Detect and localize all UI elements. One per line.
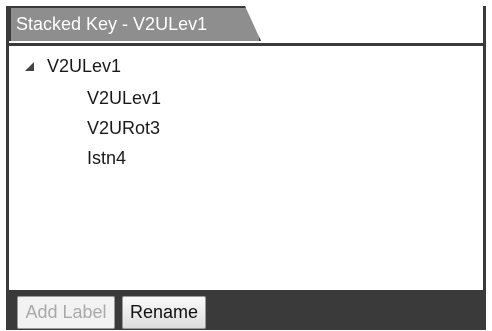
tree-item-child[interactable]: Istn4 (87, 146, 126, 170)
stacked-key-panel: Stacked Key - V2ULev1 V2ULev1 V2ULev1 V2… (6, 6, 486, 330)
add-label-button[interactable]: Add Label (17, 296, 115, 329)
tree-item-label: V2URot3 (87, 118, 161, 138)
tree-item-child[interactable]: V2URot3 (87, 116, 160, 140)
tree-item-label: V2ULev1 (87, 88, 162, 108)
expanded-triangle-icon[interactable] (25, 62, 34, 71)
tree-item-label: V2ULev1 (47, 56, 122, 76)
tree-item-label: Istn4 (87, 148, 127, 168)
tree-view[interactable]: V2ULev1 V2ULev1 V2URot3 Istn4 (9, 43, 483, 290)
tree-item-root[interactable]: V2ULev1 (21, 54, 181, 78)
button-bar: Add Label Rename (9, 290, 483, 330)
tab-title: Stacked Key - V2ULev1 (16, 14, 208, 34)
tree-item-child[interactable]: V2ULev1 (87, 86, 161, 110)
tab-stacked-key[interactable]: Stacked Key - V2ULev1 (9, 6, 261, 41)
rename-button[interactable]: Rename (122, 296, 206, 329)
